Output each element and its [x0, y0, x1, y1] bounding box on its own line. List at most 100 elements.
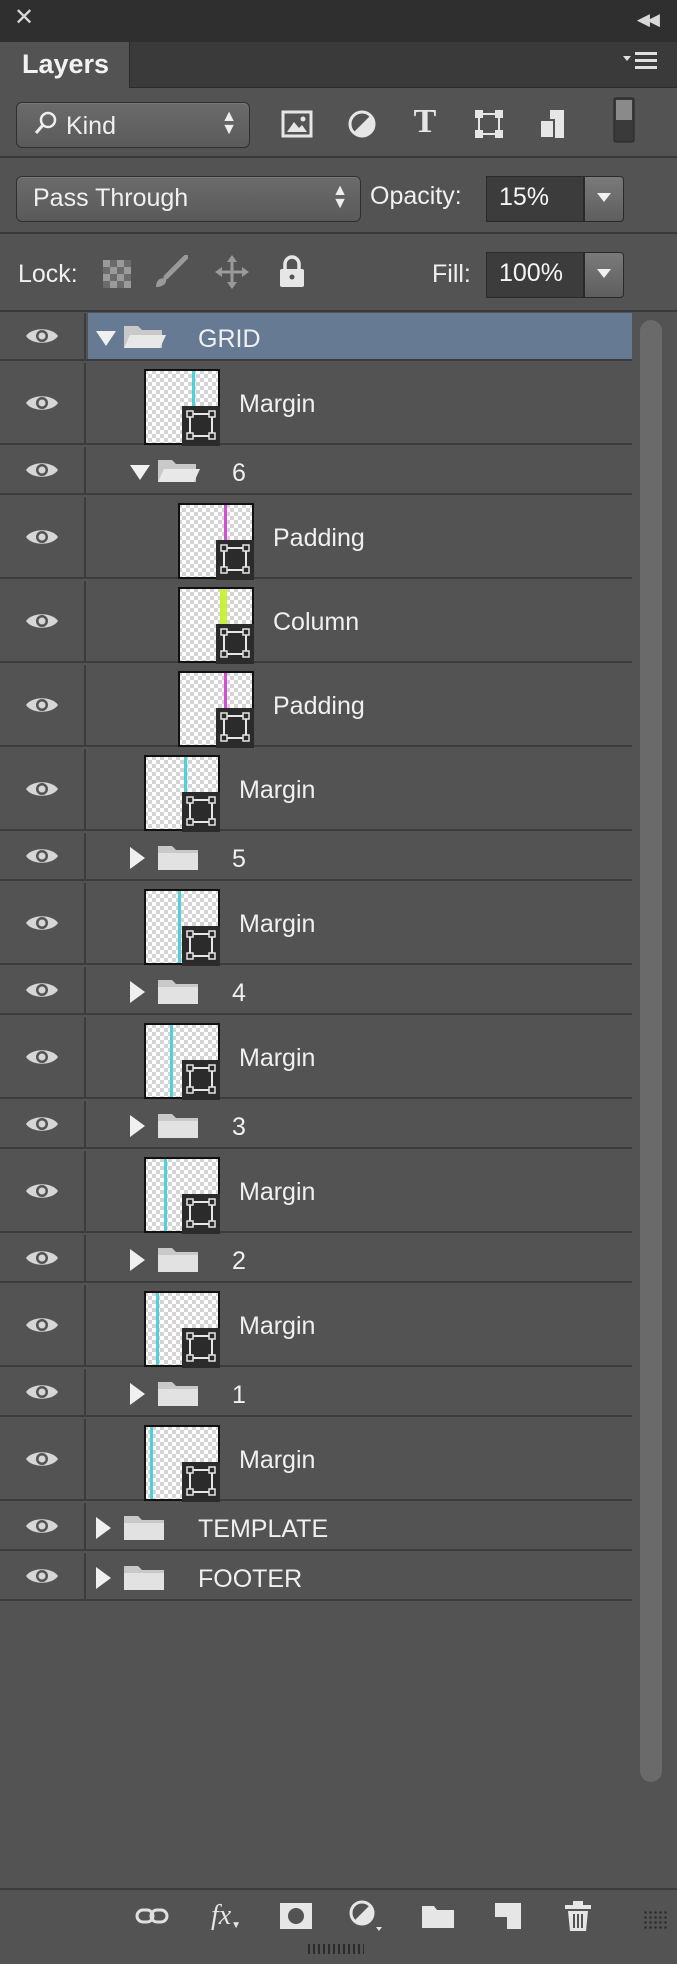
- smart-object-filter-icon[interactable]: [533, 104, 573, 144]
- disclosure-collapsed-icon[interactable]: [96, 1517, 112, 1544]
- layer-row[interactable]: Margin: [0, 882, 632, 966]
- fill-dropdown-button[interactable]: [584, 252, 624, 298]
- disclosure-expanded-icon[interactable]: [130, 465, 150, 486]
- lock-pixels-icon[interactable]: [150, 252, 190, 292]
- new-layer-icon[interactable]: [488, 1898, 528, 1934]
- collapse-icon[interactable]: ◀◀: [637, 10, 660, 30]
- folder-icon: [156, 1378, 200, 1413]
- layer-content: Margin: [88, 1151, 632, 1234]
- adjustment-layer-icon[interactable]: [346, 1898, 386, 1934]
- layer-row[interactable]: Margin: [0, 1151, 632, 1234]
- visibility-eye-icon[interactable]: [0, 1235, 86, 1281]
- folder-icon: [156, 1244, 200, 1279]
- visibility-eye-icon[interactable]: [0, 447, 86, 493]
- layer-group-row[interactable]: TEMPLATE: [0, 1503, 632, 1551]
- layer-name: Padding: [273, 692, 365, 720]
- layer-content: Margin: [88, 749, 632, 832]
- shape-layer-thumbnail: [144, 362, 220, 446]
- visibility-eye-icon[interactable]: [0, 363, 86, 443]
- visibility-eye-icon[interactable]: [0, 581, 86, 661]
- disclosure-collapsed-icon[interactable]: [130, 1249, 146, 1276]
- shape-layer-thumbnail: [144, 882, 220, 966]
- layer-style-icon[interactable]: fx ▼: [206, 1898, 246, 1934]
- layer-row[interactable]: Margin: [0, 749, 632, 832]
- disclosure-collapsed-icon[interactable]: [130, 1383, 146, 1410]
- layer-content: Margin: [88, 882, 632, 966]
- layer-row[interactable]: Margin: [0, 362, 632, 446]
- layer-name: Margin: [239, 1446, 316, 1474]
- layer-group-row[interactable]: 6: [0, 447, 632, 495]
- layer-content: Margin: [88, 1418, 632, 1502]
- visibility-eye-icon[interactable]: [0, 749, 86, 829]
- disclosure-collapsed-icon[interactable]: [130, 1115, 146, 1142]
- delete-layer-icon[interactable]: [558, 1898, 598, 1934]
- layer-group-row[interactable]: FOOTER: [0, 1553, 632, 1601]
- lock-position-icon[interactable]: [212, 252, 252, 292]
- visibility-eye-icon[interactable]: [0, 1369, 86, 1415]
- layer-mask-icon[interactable]: [276, 1898, 316, 1934]
- layer-group-row[interactable]: 3: [0, 1101, 632, 1149]
- type-filter-icon[interactable]: T: [405, 102, 445, 142]
- layer-row[interactable]: Margin: [0, 1016, 632, 1100]
- layer-group-row[interactable]: GRID: [0, 313, 632, 361]
- visibility-eye-icon[interactable]: [0, 833, 86, 879]
- tab-layers[interactable]: Layers: [0, 42, 130, 88]
- layer-content: FOOTER: [88, 1553, 632, 1599]
- new-group-icon[interactable]: [418, 1898, 458, 1934]
- visibility-eye-icon[interactable]: [0, 1017, 86, 1097]
- disclosure-expanded-icon[interactable]: [96, 331, 116, 352]
- layer-content: Padding: [88, 497, 632, 580]
- visibility-eye-icon[interactable]: [0, 883, 86, 963]
- panel-menu-icon[interactable]: [623, 50, 659, 78]
- resize-grip-icon[interactable]: [643, 1910, 667, 1930]
- panel-drag-handle[interactable]: [308, 1944, 364, 1954]
- layer-group-row[interactable]: 1: [0, 1369, 632, 1417]
- layer-row[interactable]: Padding: [0, 664, 632, 748]
- disclosure-collapsed-icon[interactable]: [130, 847, 146, 874]
- layer-name: 1: [232, 1381, 246, 1409]
- disclosure-collapsed-icon[interactable]: [96, 1567, 112, 1594]
- opacity-dropdown-button[interactable]: [584, 176, 624, 222]
- visibility-eye-icon[interactable]: [0, 1151, 86, 1231]
- disclosure-collapsed-icon[interactable]: [130, 981, 146, 1008]
- fill-value: 100%: [499, 259, 563, 287]
- layer-row[interactable]: Padding: [0, 497, 632, 580]
- link-layers-icon[interactable]: [132, 1898, 172, 1934]
- layer-content: 5: [88, 833, 632, 879]
- layer-content: Column: [88, 580, 632, 664]
- kind-filter-select[interactable]: Kind ▲ ▼: [16, 102, 250, 148]
- visibility-eye-icon[interactable]: [0, 1285, 86, 1365]
- layer-name: Margin: [239, 910, 316, 938]
- scrollbar[interactable]: [640, 320, 662, 1782]
- visibility-eye-icon[interactable]: [0, 313, 86, 359]
- lock-all-icon[interactable]: [272, 252, 312, 292]
- shape-layer-thumbnail: [178, 580, 254, 664]
- close-icon[interactable]: ✕: [14, 6, 34, 30]
- visibility-eye-icon[interactable]: [0, 497, 86, 577]
- blend-mode-select[interactable]: Pass Through ▲ ▼: [16, 176, 361, 222]
- fill-input[interactable]: 100%: [486, 252, 584, 298]
- visibility-eye-icon[interactable]: [0, 665, 86, 745]
- visibility-eye-icon[interactable]: [0, 1503, 86, 1549]
- layer-content: 1: [88, 1369, 632, 1415]
- filter-toggle-icon[interactable]: [604, 97, 644, 143]
- layer-row[interactable]: Margin: [0, 1285, 632, 1368]
- shape-filter-icon[interactable]: [469, 104, 509, 144]
- layer-row[interactable]: Margin: [0, 1418, 632, 1502]
- opacity-input[interactable]: 15%: [486, 176, 584, 222]
- visibility-eye-icon[interactable]: [0, 1553, 86, 1599]
- visibility-eye-icon[interactable]: [0, 1419, 86, 1499]
- adjustment-filter-icon[interactable]: [342, 104, 382, 144]
- layer-group-row[interactable]: 2: [0, 1235, 632, 1283]
- layer-group-row[interactable]: 5: [0, 833, 632, 881]
- lock-transparent-icon[interactable]: [97, 254, 137, 294]
- visibility-eye-icon[interactable]: [0, 1101, 86, 1147]
- shape-layer-thumbnail: [144, 1418, 220, 1502]
- shape-layer-thumbnail: [178, 664, 254, 748]
- visibility-eye-icon[interactable]: [0, 967, 86, 1013]
- layer-row[interactable]: Column: [0, 580, 632, 664]
- pixel-filter-icon[interactable]: [277, 104, 317, 144]
- shape-layer-thumbnail: [144, 1016, 220, 1100]
- layer-name: Margin: [239, 776, 316, 804]
- layer-group-row[interactable]: 4: [0, 967, 632, 1015]
